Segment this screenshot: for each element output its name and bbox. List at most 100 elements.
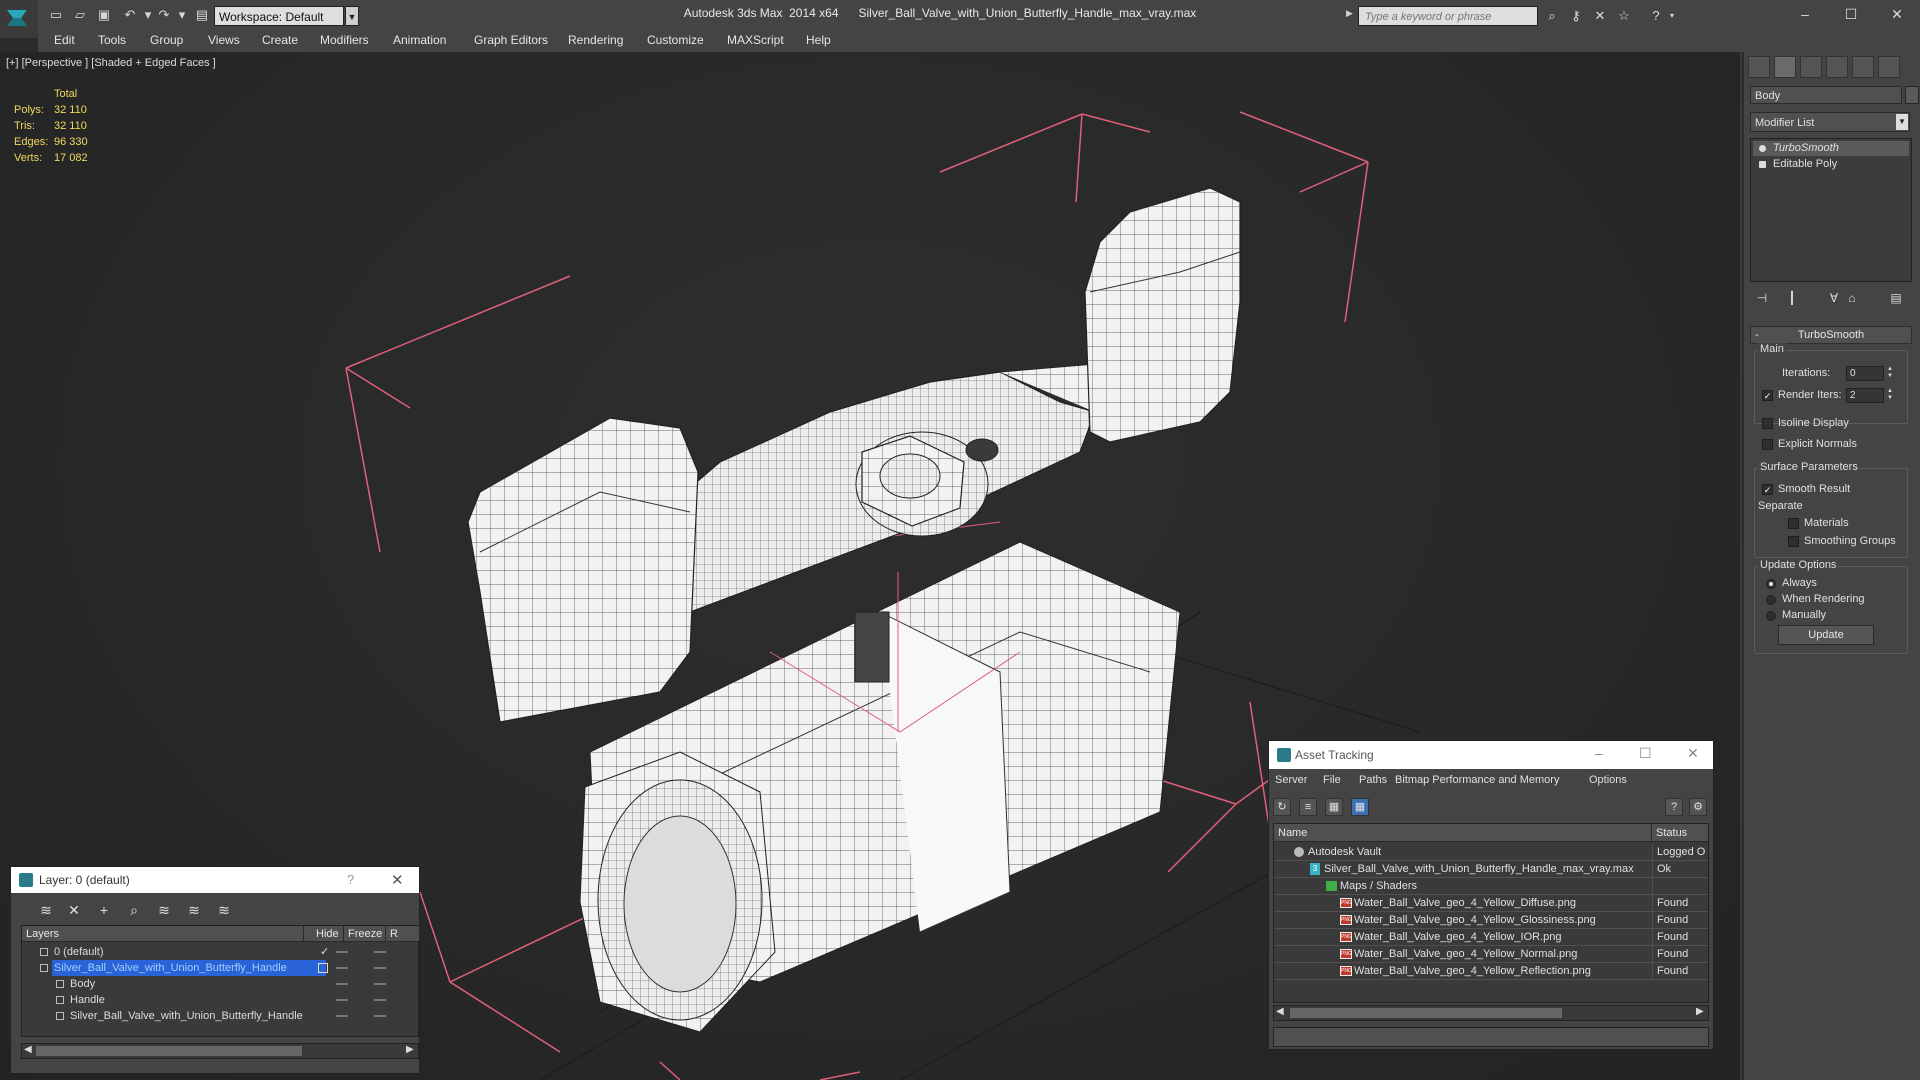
asset-row[interactable]: Autodesk Vault Logged O — [1274, 844, 1708, 861]
menu-create[interactable]: Create — [262, 33, 298, 47]
hide-toggle[interactable] — [336, 983, 348, 985]
asset-row[interactable]: 3 Silver_Ball_Valve_with_Union_Butterfly… — [1274, 861, 1708, 878]
asset-path-field[interactable] — [1273, 1027, 1709, 1047]
asset-row[interactable]: PNG Water_Ball_Valve_geo_4_Yellow_Reflec… — [1274, 963, 1708, 980]
layers-icon[interactable]: ≋ — [37, 901, 55, 919]
refresh-icon[interactable]: ↻ — [1273, 798, 1291, 816]
menu-maxscript[interactable]: MAXScript — [727, 33, 784, 47]
smooth-result-checkbox[interactable]: ✓ — [1762, 484, 1773, 495]
table-view-icon[interactable]: ▦ — [1351, 798, 1369, 816]
help-icon[interactable]: ? — [347, 872, 354, 887]
scroll-left-icon[interactable]: ◀ — [24, 1044, 32, 1055]
add-to-layer-icon[interactable]: + — [95, 901, 113, 919]
collapse-icon[interactable]: - — [1755, 327, 1759, 343]
current-layer-box-icon[interactable] — [318, 963, 328, 973]
always-radio[interactable] — [1766, 579, 1776, 589]
hide-all-layers-icon[interactable]: ≋ — [185, 901, 203, 919]
star-icon[interactable]: ☆ — [1616, 8, 1632, 24]
menu-server[interactable]: Server — [1275, 774, 1307, 786]
render-iters-spinner[interactable]: 2 — [1846, 388, 1884, 403]
minimize-button[interactable]: – — [1595, 745, 1603, 761]
modify-tab-icon[interactable] — [1774, 56, 1796, 78]
settings-icon[interactable]: ⚙ — [1689, 798, 1707, 816]
menu-group[interactable]: Group — [150, 33, 183, 47]
freeze-toggle[interactable] — [374, 967, 386, 969]
col-name[interactable]: Name — [1274, 824, 1652, 842]
menu-modifiers[interactable]: Modifiers — [320, 33, 369, 47]
object-color-swatch[interactable] — [1905, 86, 1919, 104]
pin-stack-icon[interactable]: ⊣ — [1754, 290, 1770, 306]
col-status[interactable]: Status — [1652, 824, 1708, 842]
help-icon[interactable]: ? — [1665, 798, 1683, 816]
remove-modifier-icon[interactable]: ⌂ — [1844, 290, 1860, 306]
motion-tab-icon[interactable] — [1826, 56, 1848, 78]
list-view-icon[interactable]: ≡ — [1299, 798, 1317, 816]
menu-file[interactable]: File — [1323, 774, 1341, 786]
search-input[interactable]: Type a keyword or phrase — [1358, 6, 1538, 26]
viewport-label[interactable]: [+] [Perspective ] [Shaded + Edged Faces… — [6, 57, 216, 69]
hide-toggle[interactable] — [336, 967, 348, 969]
materials-checkbox[interactable] — [1788, 518, 1799, 529]
asset-row[interactable]: PNG Water_Ball_Valve_geo_4_Yellow_Normal… — [1274, 946, 1708, 963]
key-icon[interactable]: ⚷ — [1568, 8, 1584, 24]
freeze-toggle[interactable] — [374, 983, 386, 985]
menu-graph-editors[interactable]: Graph Editors — [474, 33, 548, 47]
maximize-button[interactable]: ☐ — [1836, 4, 1866, 24]
spinner-arrows-icon[interactable]: ▲ ▼ — [1886, 366, 1894, 381]
hide-toggle[interactable] — [336, 951, 348, 953]
menu-options[interactable]: Options — [1589, 774, 1627, 786]
freeze-toggle[interactable] — [374, 951, 386, 953]
horizontal-scrollbar[interactable]: ◀ ▶ — [21, 1043, 419, 1059]
display-tab-icon[interactable] — [1852, 56, 1874, 78]
scroll-right-icon[interactable]: ▶ — [406, 1044, 414, 1055]
hide-toggle[interactable] — [336, 999, 348, 1001]
scroll-right-icon[interactable]: ▶ — [1696, 1006, 1704, 1017]
layer-row[interactable]: Body — [22, 976, 420, 992]
scrollbar-thumb[interactable] — [36, 1046, 302, 1056]
layer-row[interactable]: Handle — [22, 992, 420, 1008]
menu-animation[interactable]: Animation — [393, 33, 446, 47]
asset-row[interactable]: PNG Water_Ball_Valve_geo_4_Yellow_IOR.pn… — [1274, 929, 1708, 946]
help-dropdown-icon[interactable]: ▾ — [1664, 8, 1680, 24]
show-end-result-icon[interactable]: ┃ — [1784, 290, 1800, 306]
configure-sets-icon[interactable]: ▤ — [1888, 290, 1904, 306]
explicit-normals-checkbox[interactable] — [1762, 439, 1773, 450]
utilities-tab-icon[interactable] — [1878, 56, 1900, 78]
asset-row[interactable]: Maps / Shaders — [1274, 878, 1708, 895]
when-rendering-radio[interactable] — [1766, 595, 1776, 605]
close-icon[interactable]: ✕ — [391, 871, 404, 889]
exchange-icon[interactable]: ✕ — [1592, 8, 1608, 24]
col-freeze[interactable]: Freeze — [344, 926, 386, 942]
layer-row[interactable]: 0 (default) ✓ — [22, 944, 420, 960]
col-render[interactable]: R — [386, 926, 420, 942]
col-hide[interactable]: Hide — [312, 926, 344, 942]
layer-dialog-title[interactable]: Layer: 0 (default) — [11, 867, 419, 893]
modifier-list-dropdown[interactable]: Modifier List — [1750, 112, 1910, 132]
turbosmooth-rollout-header[interactable]: - TurboSmooth — [1750, 326, 1912, 344]
freeze-all-layers-icon[interactable]: ≋ — [215, 901, 233, 919]
perspective-viewport[interactable]: [+] [Perspective ] [Shaded + Edged Faces… — [0, 52, 1742, 1080]
asset-row[interactable]: PNG Water_Ball_Valve_geo_4_Yellow_Diffus… — [1274, 895, 1708, 912]
close-button[interactable]: ✕ — [1882, 4, 1912, 24]
layer-row[interactable]: Silver_Ball_Valve_with_Union_Butterfly_H… — [22, 960, 420, 976]
scroll-left-icon[interactable]: ◀ — [1276, 1006, 1284, 1017]
menu-edit[interactable]: Edit — [54, 33, 75, 47]
asset-row[interactable]: PNG Water_Ball_Valve_geo_4_Yellow_Glossi… — [1274, 912, 1708, 929]
stack-item-turbosmooth[interactable]: TurboSmooth — [1753, 141, 1909, 156]
menu-paths[interactable]: Paths — [1359, 774, 1387, 786]
horizontal-scrollbar[interactable]: ◀ ▶ — [1273, 1005, 1709, 1021]
freeze-toggle[interactable] — [374, 1015, 386, 1017]
object-name-field[interactable]: Body — [1750, 86, 1902, 104]
select-in-layer-icon[interactable]: ⌕ — [125, 901, 143, 919]
menu-customize[interactable]: Customize — [647, 33, 704, 47]
menu-bitmap-performance[interactable]: Bitmap Performance and Memory — [1395, 774, 1559, 786]
chevron-down-icon[interactable]: ▼ — [1896, 114, 1908, 130]
stack-item-editable-poly[interactable]: Editable Poly — [1753, 157, 1909, 172]
menu-rendering[interactable]: Rendering — [568, 33, 623, 47]
freeze-toggle[interactable] — [374, 999, 386, 1001]
isoline-checkbox[interactable] — [1762, 418, 1773, 429]
delete-layer-icon[interactable]: ✕ — [65, 901, 83, 919]
menu-views[interactable]: Views — [208, 33, 240, 47]
menu-tools[interactable]: Tools — [98, 33, 126, 47]
create-tab-icon[interactable] — [1748, 56, 1770, 78]
